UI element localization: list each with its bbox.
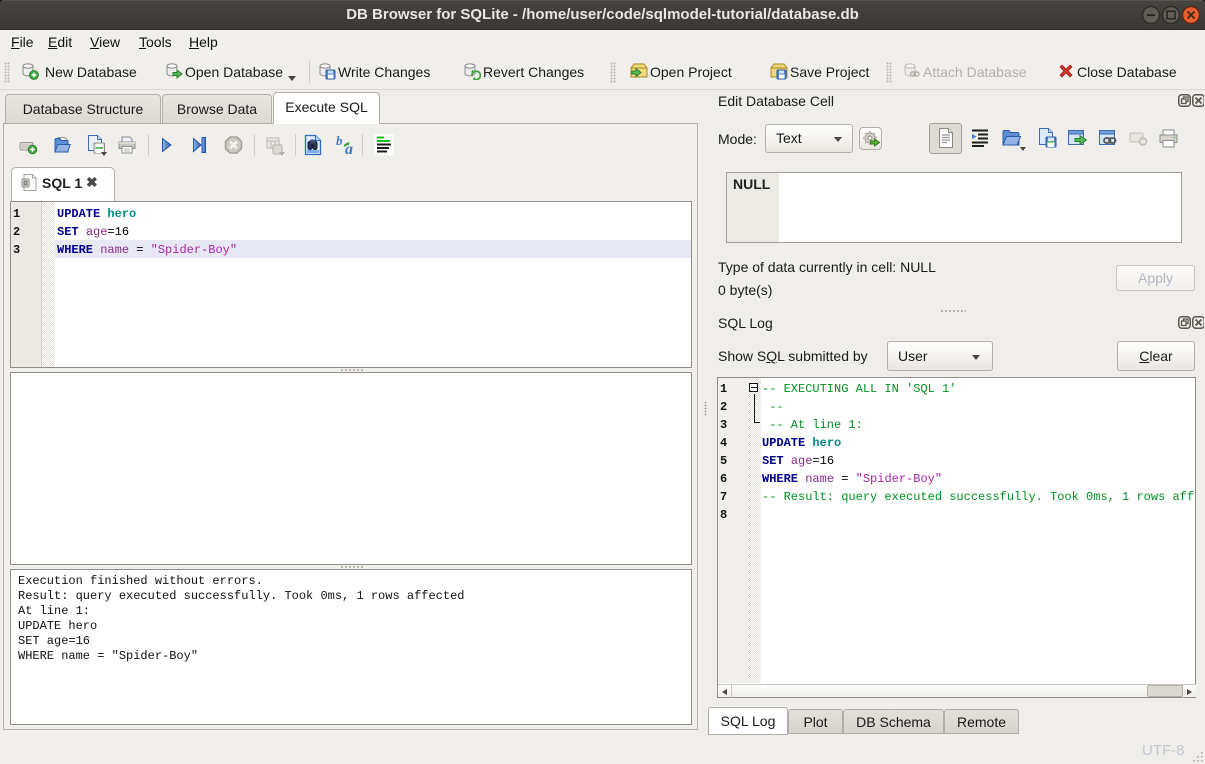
svg-text:b: b bbox=[336, 134, 343, 148]
